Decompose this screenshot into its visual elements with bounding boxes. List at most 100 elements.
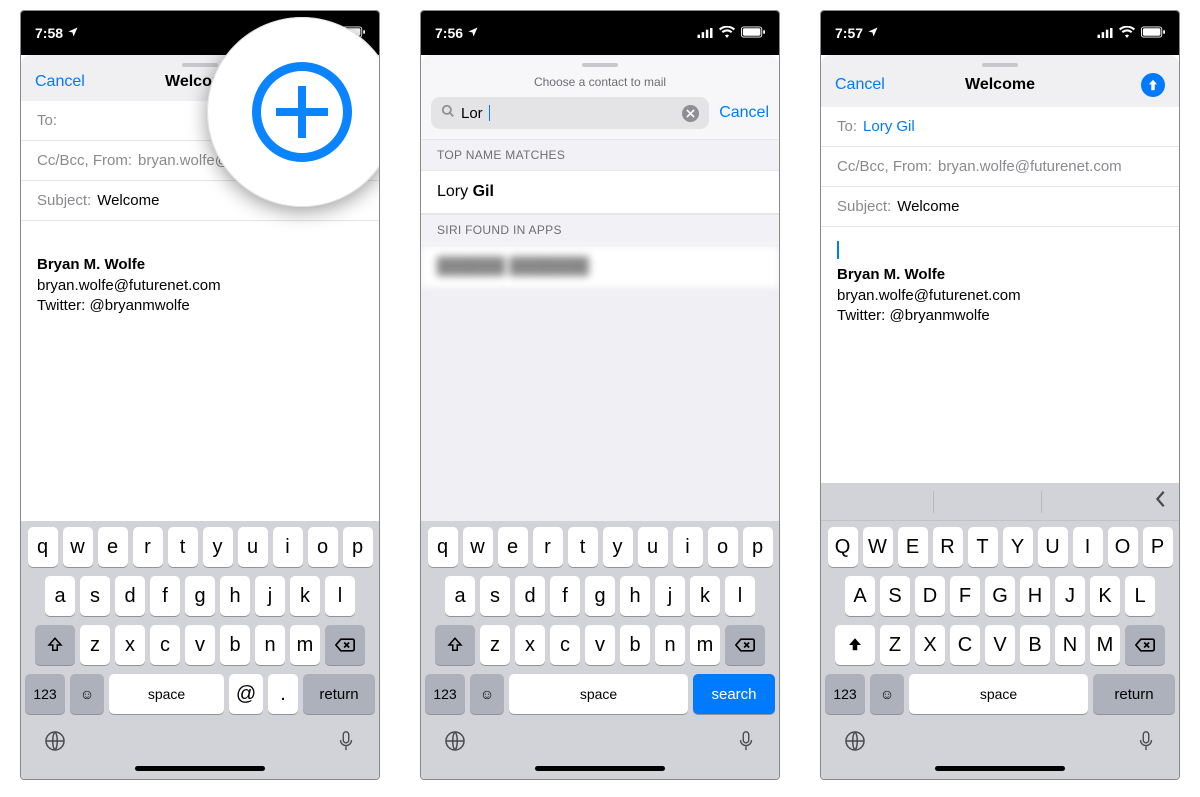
key-k[interactable]: k <box>290 576 320 616</box>
key-v[interactable]: v <box>185 625 215 665</box>
key-a[interactable]: a <box>45 576 75 616</box>
space-key[interactable]: space <box>909 674 1088 714</box>
contact-row-redacted[interactable]: ██████ ███████ <box>421 246 779 289</box>
key-y[interactable]: y <box>603 527 633 567</box>
key-l[interactable]: l <box>725 576 755 616</box>
key-e[interactable]: e <box>498 527 528 567</box>
key-p[interactable]: P <box>1143 527 1173 567</box>
key-f[interactable]: f <box>550 576 580 616</box>
key-f[interactable]: f <box>150 576 180 616</box>
key-t[interactable]: t <box>568 527 598 567</box>
number-key[interactable]: 123 <box>825 674 865 714</box>
key-z[interactable]: z <box>80 625 110 665</box>
key-d[interactable]: D <box>915 576 945 616</box>
emoji-key[interactable]: ☺ <box>70 674 104 714</box>
backspace-key[interactable] <box>1125 625 1165 665</box>
cancel-button[interactable]: Cancel <box>35 73 85 91</box>
key-m[interactable]: M <box>1090 625 1120 665</box>
key-x[interactable]: x <box>115 625 145 665</box>
key-j[interactable]: j <box>655 576 685 616</box>
key-w[interactable]: w <box>463 527 493 567</box>
key-v[interactable]: V <box>985 625 1015 665</box>
key-w[interactable]: w <box>63 527 93 567</box>
body-textarea[interactable]: Bryan M. Wolfe bryan.wolfe@futurenet.com… <box>821 227 1179 483</box>
key-z[interactable]: Z <box>880 625 910 665</box>
key-i[interactable]: I <box>1073 527 1103 567</box>
key-g[interactable]: g <box>585 576 615 616</box>
home-indicator[interactable] <box>135 766 265 771</box>
key-r[interactable]: R <box>933 527 963 567</box>
key-i[interactable]: i <box>673 527 703 567</box>
key-d[interactable]: d <box>115 576 145 616</box>
key-o[interactable]: o <box>308 527 338 567</box>
key-h[interactable]: h <box>620 576 650 616</box>
space-key[interactable]: space <box>509 674 688 714</box>
key-b[interactable]: b <box>220 625 250 665</box>
cancel-button[interactable]: Cancel <box>835 76 885 94</box>
body-textarea[interactable]: Bryan M. Wolfe bryan.wolfe@futurenet.com… <box>21 221 379 521</box>
key-m[interactable]: m <box>690 625 720 665</box>
dot-key[interactable]: . <box>268 674 298 714</box>
key-q[interactable]: Q <box>828 527 858 567</box>
key-i[interactable]: i <box>273 527 303 567</box>
key-t[interactable]: T <box>968 527 998 567</box>
key-o[interactable]: O <box>1108 527 1138 567</box>
key-w[interactable]: W <box>863 527 893 567</box>
key-j[interactable]: J <box>1055 576 1085 616</box>
backspace-key[interactable] <box>725 625 765 665</box>
key-x[interactable]: X <box>915 625 945 665</box>
globe-icon[interactable] <box>843 729 867 758</box>
cc-field[interactable]: Cc/Bcc, From: bryan.wolfe@futurenet.com <box>821 147 1179 187</box>
key-e[interactable]: e <box>98 527 128 567</box>
key-j[interactable]: j <box>255 576 285 616</box>
key-c[interactable]: C <box>950 625 980 665</box>
mic-icon[interactable] <box>335 729 357 758</box>
number-key[interactable]: 123 <box>25 674 65 714</box>
emoji-key[interactable]: ☺ <box>870 674 904 714</box>
key-l[interactable]: l <box>325 576 355 616</box>
shift-key[interactable] <box>435 625 475 665</box>
key-m[interactable]: m <box>290 625 320 665</box>
mic-icon[interactable] <box>735 729 757 758</box>
key-g[interactable]: G <box>985 576 1015 616</box>
key-k[interactable]: k <box>690 576 720 616</box>
cancel-search-button[interactable]: Cancel <box>719 104 769 122</box>
globe-icon[interactable] <box>443 729 467 758</box>
key-b[interactable]: B <box>1020 625 1050 665</box>
key-p[interactable]: p <box>743 527 773 567</box>
key-n[interactable]: n <box>655 625 685 665</box>
space-key[interactable]: space <box>109 674 224 714</box>
key-k[interactable]: K <box>1090 576 1120 616</box>
at-key[interactable]: @ <box>229 674 263 714</box>
key-d[interactable]: d <box>515 576 545 616</box>
key-v[interactable]: v <box>585 625 615 665</box>
emoji-key[interactable]: ☺ <box>470 674 504 714</box>
globe-icon[interactable] <box>43 729 67 758</box>
key-o[interactable]: o <box>708 527 738 567</box>
key-s[interactable]: s <box>80 576 110 616</box>
key-u[interactable]: U <box>1038 527 1068 567</box>
search-input[interactable]: Lor <box>431 97 709 129</box>
key-t[interactable]: t <box>168 527 198 567</box>
search-key[interactable]: search <box>693 674 775 714</box>
key-r[interactable]: r <box>533 527 563 567</box>
mic-icon[interactable] <box>1135 729 1157 758</box>
key-r[interactable]: r <box>133 527 163 567</box>
key-s[interactable]: s <box>480 576 510 616</box>
key-b[interactable]: b <box>620 625 650 665</box>
home-indicator[interactable] <box>935 766 1065 771</box>
key-n[interactable]: N <box>1055 625 1085 665</box>
shift-key[interactable] <box>35 625 75 665</box>
key-g[interactable]: g <box>185 576 215 616</box>
number-key[interactable]: 123 <box>425 674 465 714</box>
sheet-grabber[interactable] <box>582 63 618 67</box>
subject-field[interactable]: Subject: Welcome <box>821 187 1179 227</box>
key-l[interactable]: L <box>1125 576 1155 616</box>
return-key[interactable]: return <box>1093 674 1175 714</box>
to-field[interactable]: To: Lory Gil <box>821 107 1179 147</box>
key-a[interactable]: a <box>445 576 475 616</box>
key-n[interactable]: n <box>255 625 285 665</box>
send-button[interactable] <box>1141 73 1165 97</box>
key-c[interactable]: c <box>150 625 180 665</box>
key-z[interactable]: z <box>480 625 510 665</box>
